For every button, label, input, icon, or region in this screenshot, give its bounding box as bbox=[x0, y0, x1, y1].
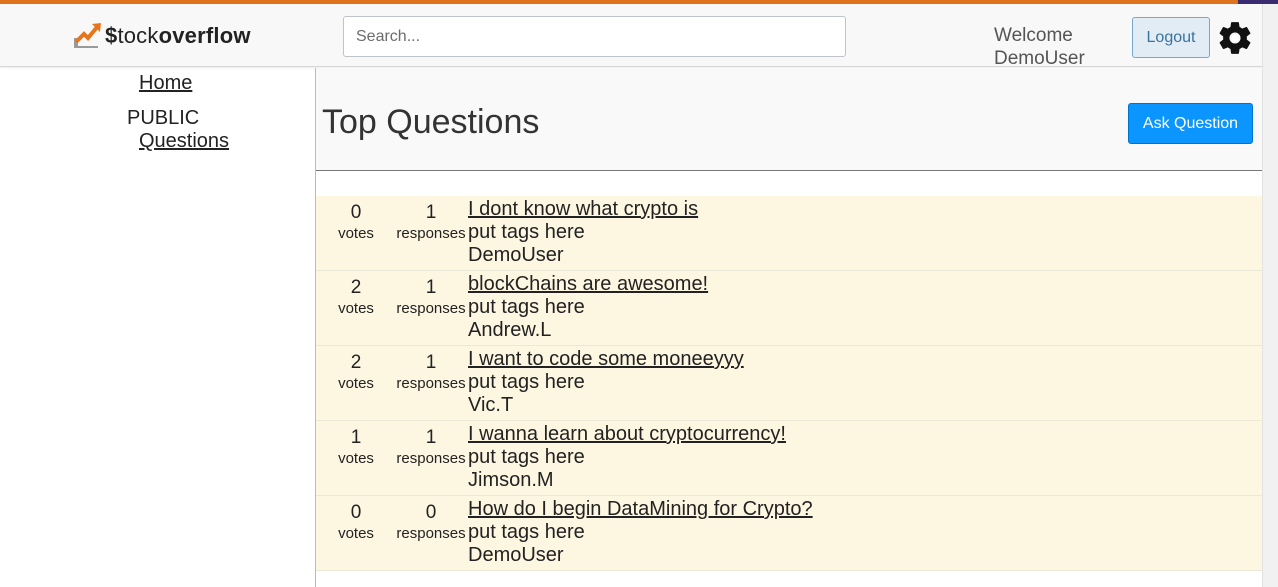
question-author: Vic.T bbox=[468, 394, 514, 416]
question-row: 0 votes 0 responses How do I begin DataM… bbox=[316, 496, 1262, 571]
question-title-link[interactable]: I want to code some moneeyyy bbox=[468, 348, 744, 371]
search-input[interactable] bbox=[343, 16, 846, 57]
vote-number: 2 bbox=[350, 352, 362, 373]
main-content: Top Questions Ask Question 0 votes 1 res… bbox=[316, 68, 1262, 587]
questions-header: Top Questions Ask Question bbox=[316, 68, 1262, 171]
vote-number: 1 bbox=[350, 427, 362, 448]
response-count: 0 responses bbox=[396, 502, 466, 544]
vote-count: 2 votes bbox=[332, 277, 380, 319]
question-tags: put tags here bbox=[468, 446, 585, 468]
question-summary: blockChains are awesome! put tags here A… bbox=[468, 273, 708, 342]
question-title-link[interactable]: blockChains are awesome! bbox=[468, 273, 708, 296]
welcome-greeting: Welcome bbox=[994, 25, 1073, 46]
vote-count: 0 votes bbox=[332, 202, 380, 244]
vote-label: votes bbox=[338, 225, 374, 242]
welcome-message: Welcome DemoUser bbox=[994, 24, 1085, 70]
welcome-username: DemoUser bbox=[994, 48, 1085, 69]
response-count: 1 responses bbox=[396, 427, 466, 469]
site-logo[interactable]: $tockoverflow bbox=[72, 18, 251, 54]
response-label: responses bbox=[396, 375, 466, 392]
response-count: 1 responses bbox=[396, 202, 466, 244]
brand-name: $tockoverflow bbox=[105, 23, 251, 48]
vote-number: 2 bbox=[350, 277, 362, 298]
question-summary: I want to code some moneeyyy put tags he… bbox=[468, 348, 744, 417]
vote-label: votes bbox=[338, 450, 374, 467]
question-tags: put tags here bbox=[468, 296, 585, 318]
question-tags: put tags here bbox=[468, 221, 585, 243]
question-tags: put tags here bbox=[468, 371, 585, 393]
question-summary: How do I begin DataMining for Crypto? pu… bbox=[468, 498, 813, 567]
gear-icon[interactable] bbox=[1216, 19, 1254, 57]
question-author: Jimson.M bbox=[468, 469, 554, 491]
question-row: 2 votes 1 responses blockChains are awes… bbox=[316, 271, 1262, 346]
response-label: responses bbox=[396, 525, 466, 542]
response-number: 0 bbox=[425, 502, 437, 523]
question-summary: I dont know what crypto is put tags here… bbox=[468, 198, 698, 267]
question-author: DemoUser bbox=[468, 544, 564, 566]
vote-count: 2 votes bbox=[332, 352, 380, 394]
page-title: Top Questions bbox=[322, 103, 540, 141]
vote-count: 1 votes bbox=[332, 427, 380, 469]
stock-chart-logo-icon bbox=[74, 23, 101, 48]
vote-label: votes bbox=[338, 375, 374, 392]
response-number: 1 bbox=[425, 427, 437, 448]
vote-count: 0 votes bbox=[332, 502, 380, 544]
question-summary: I wanna learn about cryptocurrency! put … bbox=[468, 423, 786, 492]
response-number: 1 bbox=[425, 277, 437, 298]
response-number: 1 bbox=[425, 202, 437, 223]
question-author: Andrew.L bbox=[468, 319, 552, 341]
response-label: responses bbox=[396, 300, 466, 317]
question-tags: put tags here bbox=[468, 521, 585, 543]
response-count: 1 responses bbox=[396, 352, 466, 394]
question-list: 0 votes 1 responses I dont know what cry… bbox=[316, 196, 1262, 571]
vote-label: votes bbox=[338, 300, 374, 317]
vote-label: votes bbox=[338, 525, 374, 542]
question-title-link[interactable]: How do I begin DataMining for Crypto? bbox=[468, 498, 813, 521]
sidebar-section-public: PUBLIC bbox=[127, 107, 200, 129]
response-count: 1 responses bbox=[396, 277, 466, 319]
vote-number: 0 bbox=[350, 202, 362, 223]
vertical-scrollbar[interactable] bbox=[1262, 4, 1278, 587]
ask-question-button[interactable]: Ask Question bbox=[1128, 103, 1253, 144]
question-row: 0 votes 1 responses I dont know what cry… bbox=[316, 196, 1262, 271]
sidebar-item-home[interactable]: Home bbox=[139, 72, 192, 95]
question-title-link[interactable]: I wanna learn about cryptocurrency! bbox=[468, 423, 786, 446]
response-number: 1 bbox=[425, 352, 437, 373]
question-row: 2 votes 1 responses I want to code some … bbox=[316, 346, 1262, 421]
vote-number: 0 bbox=[350, 502, 362, 523]
question-title-link[interactable]: I dont know what crypto is bbox=[468, 198, 698, 221]
question-author: DemoUser bbox=[468, 244, 564, 266]
question-row: 1 votes 1 responses I wanna learn about … bbox=[316, 421, 1262, 496]
response-label: responses bbox=[396, 450, 466, 467]
top-navbar: $tockoverflow Welcome DemoUser Logout bbox=[0, 4, 1262, 70]
logout-button[interactable]: Logout bbox=[1132, 17, 1210, 58]
response-label: responses bbox=[396, 225, 466, 242]
sidebar-item-questions[interactable]: Questions bbox=[139, 130, 229, 153]
